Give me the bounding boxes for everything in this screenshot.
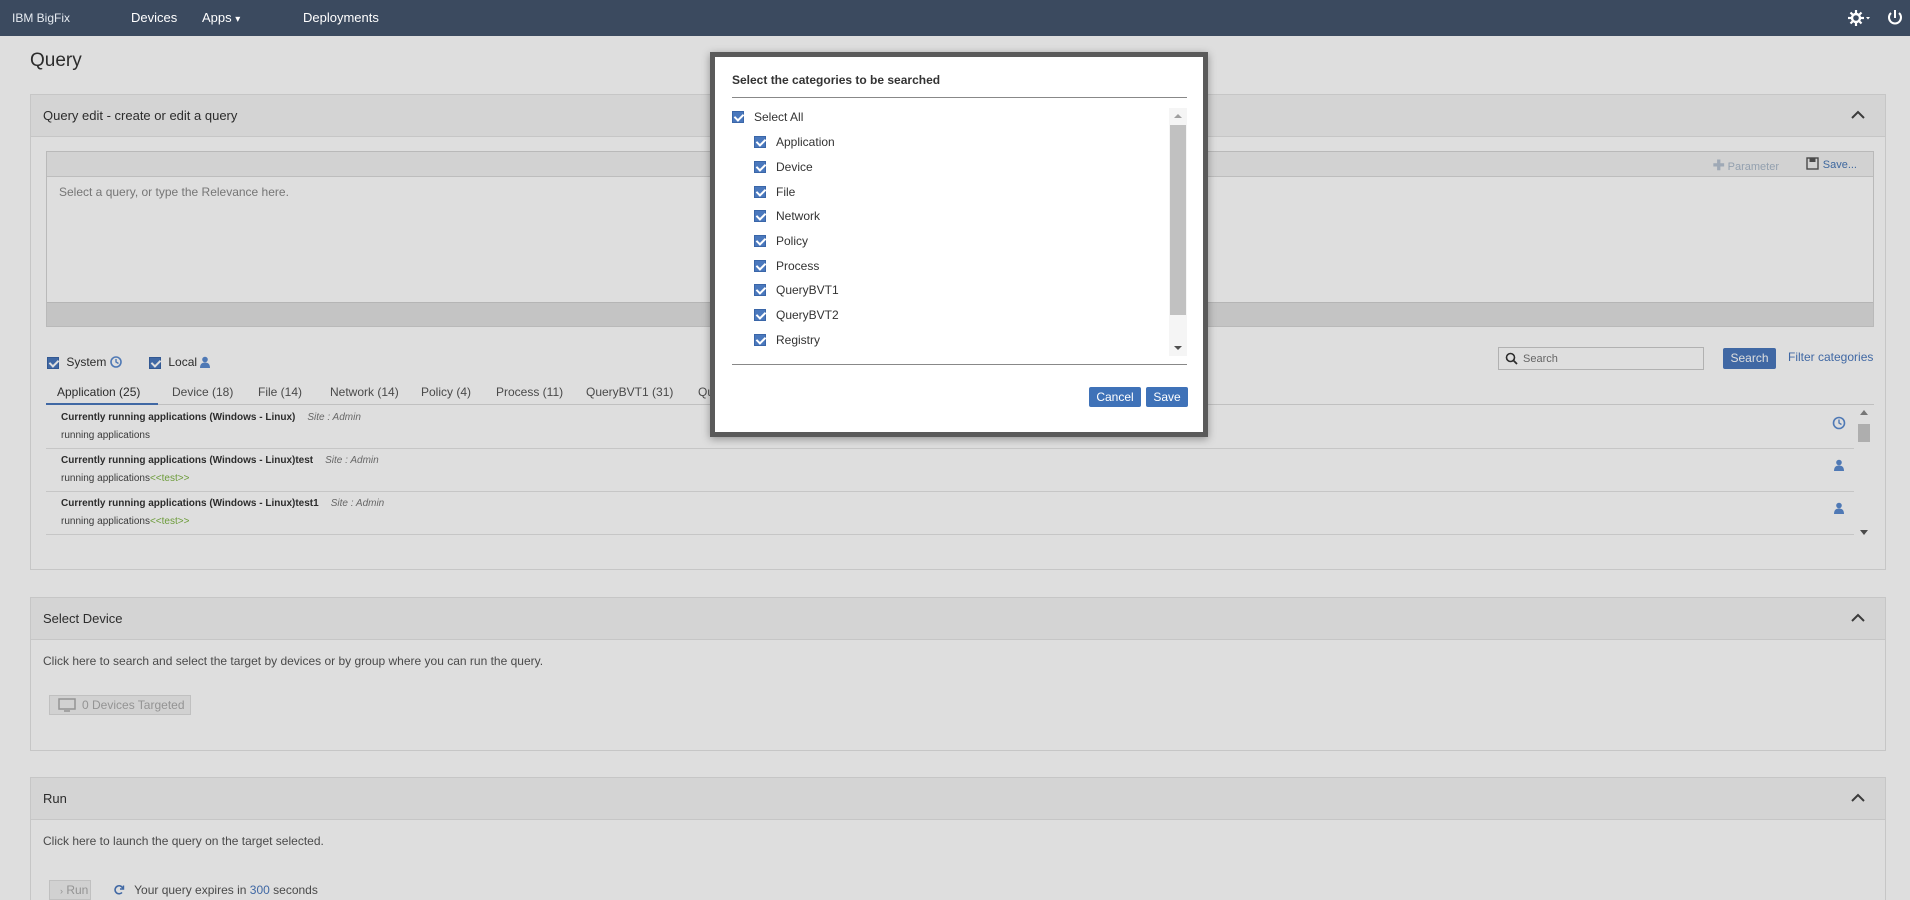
cancel-button[interactable]: Cancel — [1089, 387, 1141, 407]
dialog-divider — [732, 97, 1187, 98]
category-label: Registry — [776, 333, 821, 347]
checkbox-category[interactable] — [754, 259, 766, 272]
category-label: File — [776, 185, 796, 199]
category-label: Policy — [776, 234, 809, 248]
checkbox-category[interactable] — [754, 234, 766, 247]
category-label: Network — [776, 209, 821, 223]
category-label: Process — [776, 259, 820, 273]
category-option[interactable]: Process — [754, 259, 819, 277]
category-option[interactable]: Device — [754, 160, 813, 178]
nav-apps[interactable]: Apps ▾ — [202, 10, 240, 25]
category-label: Device — [776, 160, 813, 174]
category-option[interactable]: Network — [754, 209, 820, 227]
category-label: Application — [776, 135, 835, 149]
category-option[interactable]: QueryBVT2 — [754, 308, 839, 326]
save-button[interactable]: Save — [1146, 387, 1188, 407]
chevron-down-icon: ▾ — [235, 14, 241, 25]
power-icon[interactable] — [1886, 8, 1904, 28]
category-label: QueryBVT1 — [776, 283, 839, 297]
category-option[interactable]: Application — [754, 135, 835, 153]
select-all-label: Select All — [754, 110, 804, 124]
category-label: QueryBVT2 — [776, 308, 839, 322]
checkbox-category[interactable] — [754, 333, 766, 346]
select-all-option[interactable]: Select All — [732, 110, 803, 128]
checkbox-category[interactable] — [754, 160, 766, 173]
nav-devices[interactable]: Devices — [131, 10, 177, 25]
checkbox-category[interactable] — [754, 185, 766, 198]
checkbox-select-all[interactable] — [732, 110, 744, 123]
nav-apps-label: Apps — [202, 10, 232, 25]
dialog-title: Select the categories to be searched — [732, 73, 941, 87]
scroll-up-icon[interactable] — [1169, 110, 1187, 122]
category-select-dialog: Select the categories to be searched Sel… — [710, 52, 1208, 437]
dialog-divider — [732, 364, 1187, 365]
top-navbar: IBM BigFix Devices Apps ▾ Deployments — [0, 0, 1910, 36]
category-list: Select All Application Device File Netwo… — [732, 108, 1187, 356]
checkbox-category[interactable] — [754, 135, 766, 148]
scroll-down-icon[interactable] — [1169, 342, 1187, 354]
category-option[interactable]: QueryBVT1 — [754, 283, 839, 301]
nav-deployments[interactable]: Deployments — [303, 10, 379, 25]
checkbox-category[interactable] — [754, 308, 766, 321]
category-list-scrollbar[interactable] — [1169, 108, 1187, 356]
gear-icon[interactable] — [1848, 8, 1872, 28]
brand-logo[interactable]: IBM BigFix — [12, 11, 70, 25]
category-option[interactable]: File — [754, 185, 795, 203]
scrollbar-thumb[interactable] — [1170, 125, 1186, 315]
category-option[interactable]: Policy — [754, 234, 808, 252]
checkbox-category[interactable] — [754, 283, 766, 296]
category-option[interactable]: Registry — [754, 333, 820, 351]
checkbox-category[interactable] — [754, 209, 766, 222]
